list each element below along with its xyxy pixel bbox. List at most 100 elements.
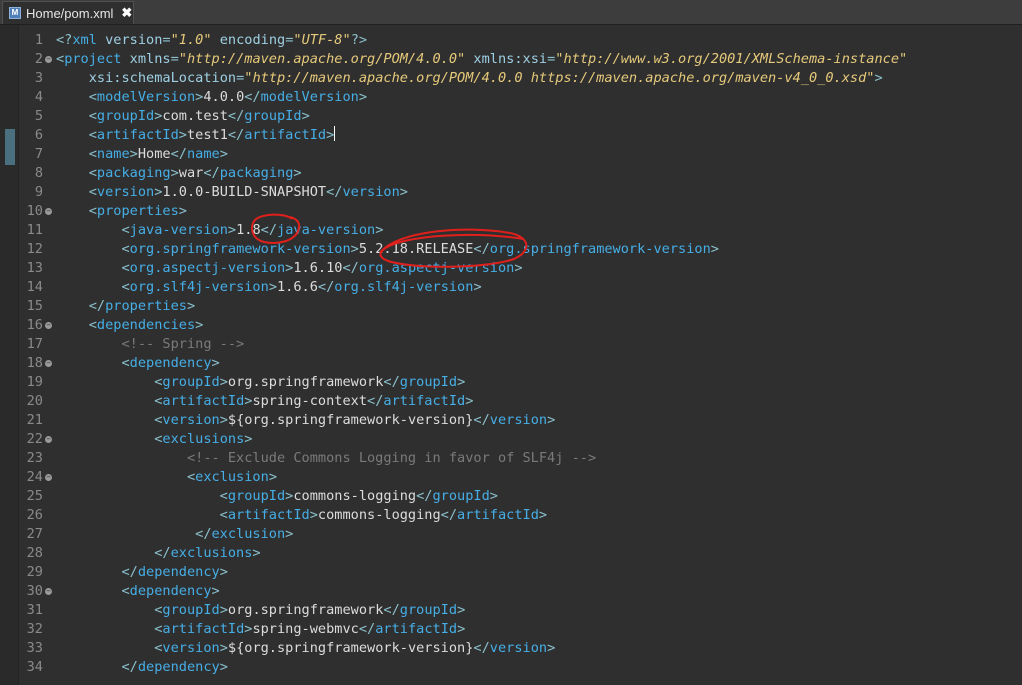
code-token: test1 <box>186 127 228 143</box>
code-line[interactable]: <org.aspectj-version>1.6.10</org.aspectj… <box>56 259 522 278</box>
code-editor[interactable]: 1 2−3 4 5 6 7 8 9 10−11 12 13 14 15 16−17 18−19 20 21 22−… <box>0 25 1022 685</box>
code-line[interactable]: <groupId>org.springframework</groupId> <box>56 601 465 620</box>
code-token: xmlns <box>129 51 171 67</box>
code-token: </ <box>227 127 245 143</box>
line-number: 9 <box>34 184 43 200</box>
code-token: packaging <box>219 165 294 181</box>
fold-toggle-icon[interactable]: − <box>45 360 52 367</box>
code-line[interactable]: <properties> <box>56 202 187 221</box>
tab-title: Home/pom.xml <box>26 5 114 21</box>
code-line[interactable]: </exclusions> <box>56 544 261 563</box>
code-token: < <box>56 146 97 162</box>
code-token: > <box>710 241 719 257</box>
code-line[interactable]: xsi:schemaLocation="http://maven.apache.… <box>56 69 883 88</box>
code-line[interactable]: <name>Home</name> <box>56 145 228 164</box>
code-token: > <box>358 89 368 105</box>
code-token: </ <box>440 507 458 523</box>
code-token: xsi:schemaLocation <box>88 70 237 86</box>
code-line[interactable]: <artifactId>commons-logging</artifactId> <box>56 506 547 525</box>
code-line[interactable]: <version>1.0.0-BUILD-SNAPSHOT</version> <box>56 183 408 202</box>
code-token: </ <box>56 545 171 561</box>
code-token: </ <box>342 260 359 276</box>
code-token: < <box>56 279 130 295</box>
code-line[interactable]: </dependency> <box>56 658 228 677</box>
code-token: artifactId <box>244 127 327 143</box>
code-line[interactable]: <version>${org.springframework-version}<… <box>56 411 555 430</box>
code-line[interactable]: <dependency> <box>56 582 219 601</box>
code-area[interactable]: <?xml version="1.0" encoding="UTF-8"?> <p… <box>56 25 1022 685</box>
code-token: = <box>162 32 171 48</box>
code-line[interactable]: <org.springframework-version>5.2.18.RELE… <box>56 240 719 259</box>
code-token: project <box>64 51 130 67</box>
line-number: 27 <box>26 526 43 542</box>
fold-toggle-icon[interactable]: − <box>45 474 52 481</box>
code-line[interactable]: <exclusion> <box>56 468 277 487</box>
code-line[interactable]: <modelVersion>4.0.0</modelVersion> <box>56 88 367 107</box>
code-token: <!-- Exclude Commons Logging in favor of… <box>56 450 597 466</box>
line-number: 12 <box>26 241 43 257</box>
code-line[interactable]: <packaging>war</packaging> <box>56 164 302 183</box>
code-line[interactable]: <artifactId>spring-context</artifactId> <box>56 392 473 411</box>
code-token: > <box>219 640 228 656</box>
code-token: > <box>285 526 294 542</box>
line-number: 19 <box>26 374 43 390</box>
line-number: 10 <box>26 203 43 219</box>
code-token: exclusions <box>170 545 253 561</box>
fold-toggle-icon[interactable]: − <box>45 436 52 443</box>
text-cursor <box>334 126 336 141</box>
code-line[interactable]: <artifactId>test1</artifactId> <box>56 126 336 145</box>
code-token: groupId <box>162 374 220 390</box>
code-token: java-version <box>129 222 228 238</box>
code-line[interactable]: <artifactId>spring-webmvc</artifactId> <box>56 620 465 639</box>
code-token: > <box>293 165 302 181</box>
code-line[interactable]: <!-- Spring --> <box>56 335 244 354</box>
code-line[interactable]: <exclusions> <box>56 430 252 449</box>
code-token: > <box>186 298 196 314</box>
code-token: 1.0.0-BUILD-SNAPSHOT <box>162 184 327 200</box>
code-line[interactable]: <org.slf4j-version>1.6.6</org.slf4j-vers… <box>56 278 481 297</box>
close-icon[interactable]: ✖ <box>121 5 132 21</box>
code-token: > <box>219 146 228 162</box>
line-number: 1 <box>34 32 43 48</box>
change-marker <box>5 129 15 165</box>
code-token: </ <box>416 488 433 504</box>
code-token: </ <box>367 393 384 409</box>
code-line[interactable]: </exclusion> <box>56 525 293 544</box>
code-token: dependency <box>129 583 212 599</box>
line-number: 13 <box>26 260 43 276</box>
code-line[interactable]: <version>${org.springframework-version}<… <box>56 639 555 658</box>
code-token: </ <box>473 640 490 656</box>
code-line[interactable]: </properties> <box>56 297 195 316</box>
code-token: org.springframework-version <box>489 241 711 257</box>
line-number: 20 <box>26 393 43 409</box>
code-token: artifactId <box>457 507 539 523</box>
code-token: dependency <box>137 659 220 675</box>
code-token: name <box>96 146 130 162</box>
code-line[interactable]: <dependency> <box>56 354 219 373</box>
fold-toggle-icon[interactable]: − <box>45 588 52 595</box>
code-line[interactable]: </dependency> <box>56 563 227 582</box>
overview-ruler[interactable] <box>0 25 19 685</box>
code-token: > <box>252 545 261 561</box>
tab-pom-xml[interactable]: M Home/pom.xml ✖ <box>2 1 134 24</box>
code-token: > <box>268 469 277 485</box>
code-token: </ <box>260 222 278 238</box>
code-token: > <box>219 659 228 675</box>
code-token: war <box>178 165 204 181</box>
code-line[interactable]: <groupId>com.test</groupId> <box>56 107 310 126</box>
code-token: exclusions <box>162 431 245 447</box>
code-line[interactable]: <project xmlns="http://maven.apache.org/… <box>56 50 907 69</box>
code-line[interactable]: <groupId>commons-logging</groupId> <box>56 487 498 506</box>
fold-toggle-icon[interactable]: − <box>45 56 52 63</box>
code-line[interactable]: <java-version>1.8</java-version> <box>56 221 383 240</box>
code-token: > <box>350 241 359 257</box>
fold-toggle-icon[interactable]: − <box>45 322 52 329</box>
code-line[interactable]: <groupId>org.springframework</groupId> <box>56 373 465 392</box>
code-line[interactable]: <?xml version="1.0" encoding="UTF-8"?> <box>56 31 367 50</box>
line-number: 23 <box>26 450 43 466</box>
code-line[interactable]: <!-- Exclude Commons Logging in favor of… <box>56 449 596 468</box>
code-token: exclusion <box>195 469 269 485</box>
code-line[interactable]: <dependencies> <box>56 316 204 335</box>
fold-toggle-icon[interactable]: − <box>45 208 52 215</box>
code-token: version <box>96 184 155 200</box>
